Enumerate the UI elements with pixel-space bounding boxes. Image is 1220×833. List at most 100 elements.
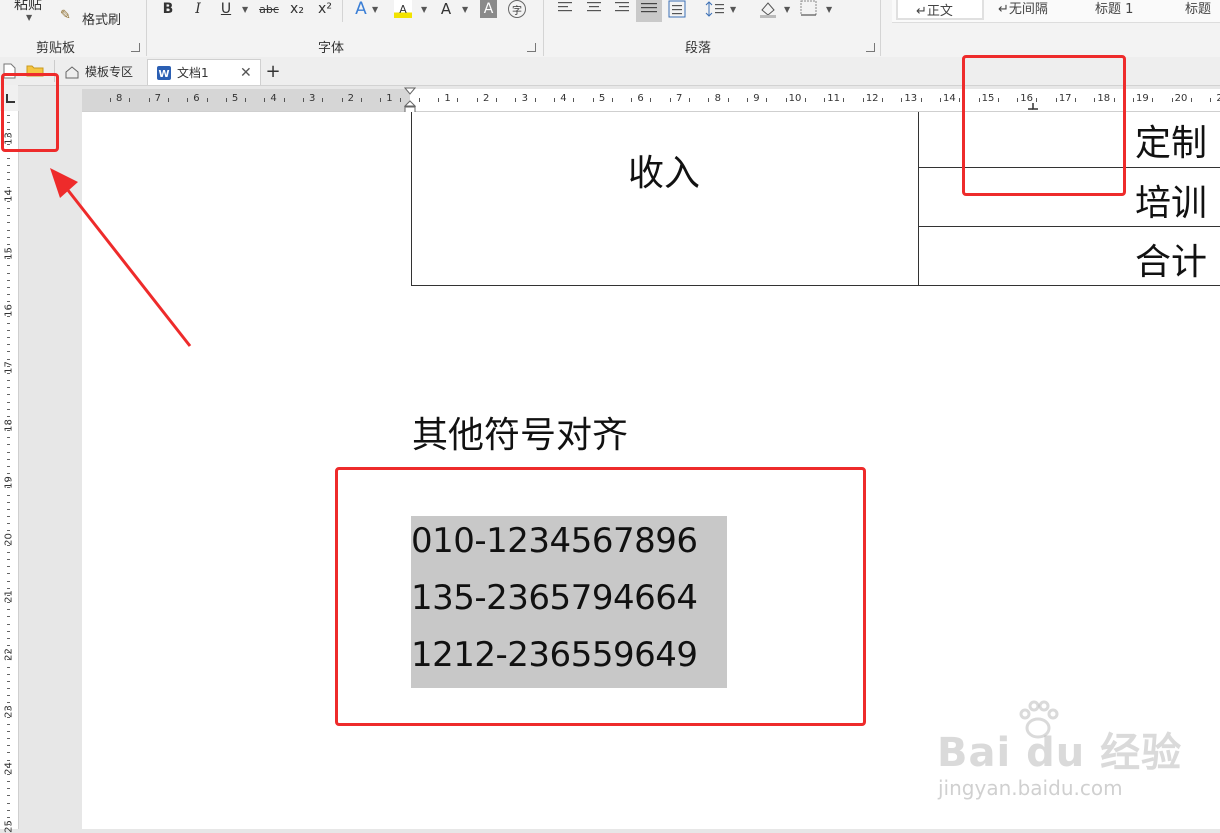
ruler-tick — [399, 98, 401, 102]
text-effect-icon[interactable]: A — [352, 0, 370, 19]
ruler-tick — [7, 480, 10, 482]
clipboard-group-label: 剪贴板 — [36, 41, 76, 56]
ruler-tick — [746, 98, 748, 102]
align-center-icon[interactable] — [586, 2, 602, 14]
paragraph-launcher-icon[interactable] — [866, 43, 875, 52]
enclose-char-icon[interactable]: 字 — [508, 0, 526, 18]
table-cell-total[interactable]: 合计 — [1135, 233, 1207, 285]
ruler-tick — [7, 573, 10, 575]
table-cell-custom[interactable]: 定制 — [1135, 114, 1207, 166]
section-heading[interactable]: 其他符号对齐 — [412, 406, 628, 458]
ruler-tick — [7, 537, 10, 539]
font-launcher-icon[interactable] — [527, 43, 536, 52]
font-color-dropdown-icon[interactable]: ▼ — [462, 5, 468, 14]
vertical-ruler[interactable]: 13 14 15 16 17 18 19 20 21 22 23 24 25 — [0, 111, 19, 832]
border-dropdown-icon[interactable]: ▼ — [826, 5, 832, 14]
ruler-tick — [7, 286, 10, 288]
ruler-tick — [7, 387, 10, 389]
ruler-number: 10 — [788, 93, 802, 104]
ruler-tick — [727, 98, 729, 102]
table-border-bottom — [411, 285, 1220, 286]
style-no-spacing[interactable]: ↵无间隔 — [998, 0, 1048, 17]
tab-templates-label: 模板专区 — [85, 65, 134, 79]
ruler-number: 5 — [231, 93, 239, 104]
shading-dropdown-icon[interactable]: ▼ — [784, 5, 790, 14]
ruler-tick — [7, 824, 10, 826]
paste-button[interactable]: 粘贴 — [14, 0, 42, 14]
style-normal[interactable]: ↵正文 — [896, 0, 984, 20]
ruler-tick — [7, 666, 10, 668]
highlight-dropdown-icon[interactable]: ▼ — [421, 5, 427, 14]
ruler-tick — [7, 738, 10, 740]
ruler-tick — [7, 551, 10, 553]
ruler-tick — [457, 98, 459, 102]
style-heading[interactable]: 标题 — [1185, 0, 1211, 17]
line-spacing-dropdown-icon[interactable]: ▼ — [730, 5, 736, 14]
format-painter-icon: ✎ — [60, 8, 71, 23]
border-icon[interactable] — [800, 0, 818, 16]
superscript-button[interactable]: x² — [316, 0, 334, 18]
ruler-tick — [1190, 98, 1192, 102]
ruler-tick — [766, 98, 768, 102]
ruler-tick — [7, 193, 10, 195]
format-painter-button[interactable]: 格式刷 — [82, 9, 121, 28]
ruler-tick — [7, 773, 10, 775]
ruler-tick — [7, 559, 10, 561]
ruler-tick — [7, 329, 10, 331]
ruler-tick — [7, 408, 10, 410]
table-cell-income[interactable]: 收入 — [628, 144, 700, 196]
ruler-tick — [7, 272, 10, 274]
italic-button[interactable]: I — [190, 0, 206, 18]
font-color-icon[interactable]: A — [438, 0, 454, 18]
char-shading-icon[interactable]: A — [480, 0, 497, 18]
table-cell-training[interactable]: 培训 — [1135, 174, 1207, 226]
tab-document1[interactable]: W 文档1 ✕ — [147, 59, 261, 85]
ruler-tick — [7, 430, 10, 432]
ruler-tick — [7, 251, 10, 253]
ruler-number: 4 — [270, 93, 277, 104]
ruler-tick — [7, 759, 10, 761]
bold-button[interactable]: B — [160, 0, 176, 18]
style-heading-1[interactable]: 标题 1 — [1095, 0, 1133, 17]
ruler-tick — [7, 716, 10, 718]
subscript-button[interactable]: x₂ — [288, 0, 306, 18]
text-effect-dropdown-icon[interactable]: ▼ — [372, 5, 378, 14]
ruler-tick — [7, 258, 10, 260]
ruler-tick — [476, 98, 478, 102]
ruler-tick — [7, 222, 10, 224]
new-tab-button[interactable]: + — [262, 59, 284, 84]
line-spacing-icon[interactable] — [705, 0, 725, 18]
ruler-tick — [438, 98, 440, 102]
ruler-tick — [7, 709, 10, 711]
ruler-number: 3 — [521, 93, 528, 104]
distribute-icon[interactable] — [668, 0, 686, 18]
ruler-tick — [7, 523, 10, 525]
ruler-tick — [7, 315, 10, 317]
paste-dropdown-icon[interactable]: ▼ — [26, 13, 32, 22]
strikethrough-button[interactable]: abc — [257, 0, 281, 18]
tab-templates[interactable]: 模板专区 — [60, 59, 146, 84]
ruler-tick — [708, 98, 710, 102]
justify-button[interactable] — [636, 0, 662, 22]
ruler-tick — [7, 179, 10, 181]
underline-dropdown-icon[interactable]: ▼ — [242, 5, 248, 14]
ruler-tick — [7, 186, 10, 188]
highlight-icon[interactable]: A — [394, 0, 412, 18]
home-icon — [65, 65, 79, 78]
ruler-tick — [7, 516, 10, 518]
shading-icon[interactable] — [758, 0, 778, 18]
align-left-icon[interactable] — [558, 2, 574, 14]
ruler-tick — [7, 372, 10, 374]
ruler-tick — [7, 351, 10, 353]
ruler-tick — [553, 98, 555, 102]
ruler-number: 4 — [560, 93, 567, 104]
ruler-tick — [7, 401, 10, 403]
underline-button[interactable]: U — [218, 0, 234, 18]
ruler-number: 6 — [193, 93, 200, 104]
clipboard-launcher-icon[interactable] — [131, 43, 140, 52]
ruler-tick — [920, 98, 922, 102]
close-tab-icon[interactable]: ✕ — [240, 65, 252, 81]
ruler-tick — [7, 816, 10, 818]
ruler-number: 19 — [1136, 93, 1149, 104]
align-right-icon[interactable] — [614, 2, 630, 14]
